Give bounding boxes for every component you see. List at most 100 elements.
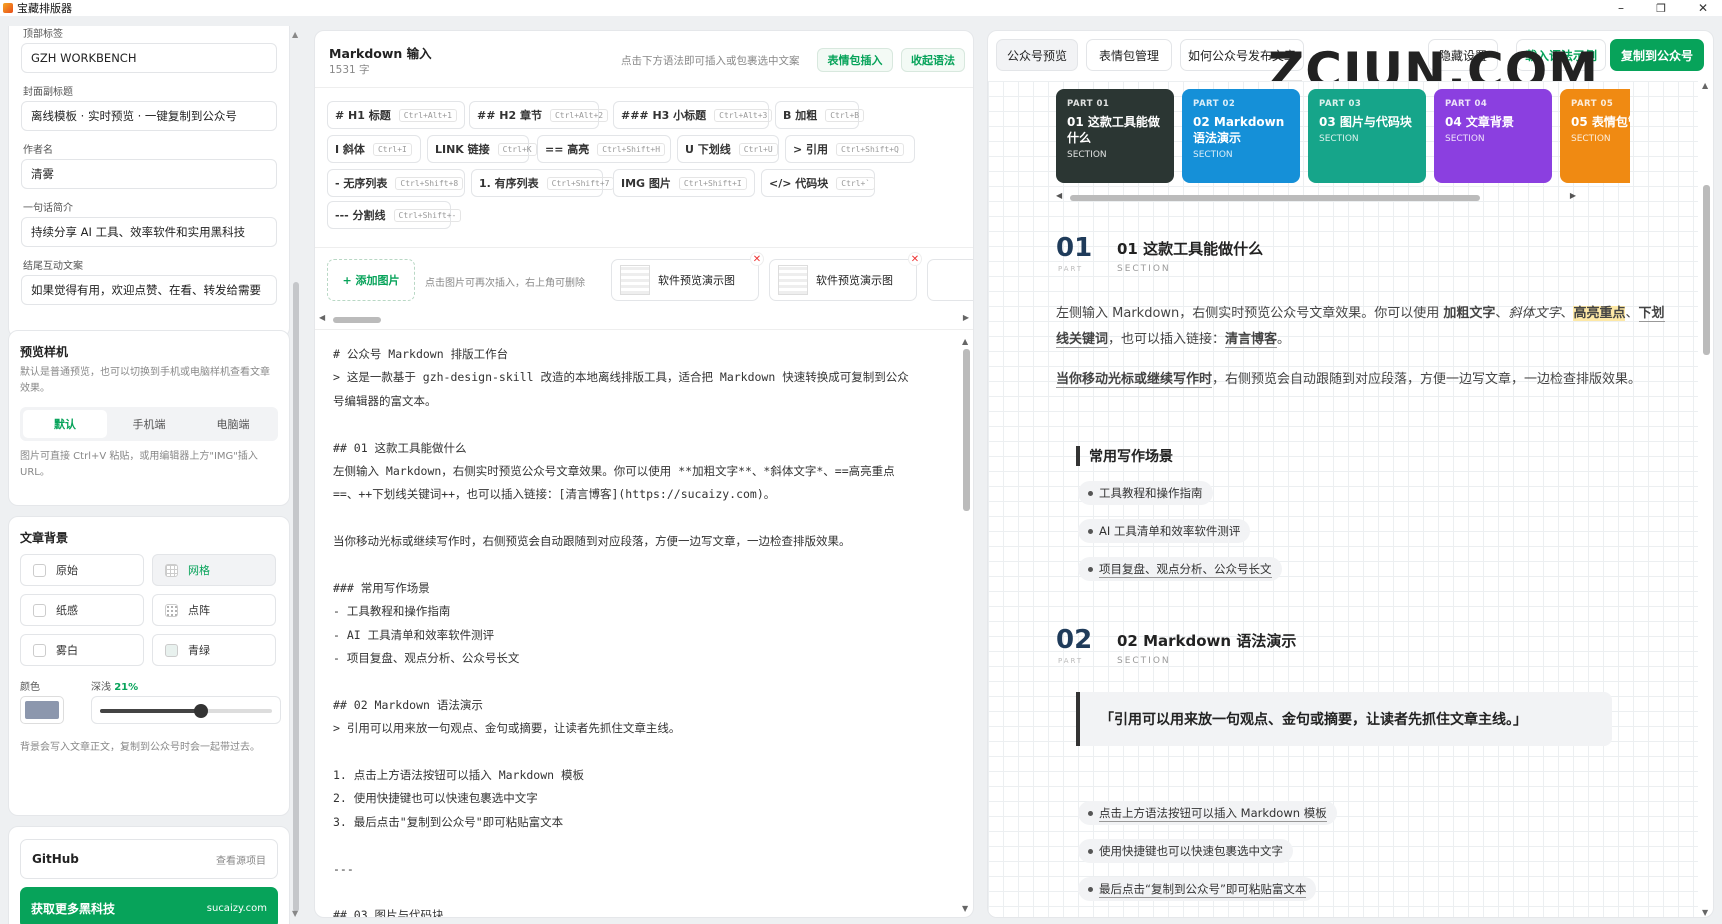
- editor-scrollbar[interactable]: ▲ ▼: [961, 337, 971, 913]
- top-label-input[interactable]: GZH WORKBENCH: [21, 43, 277, 73]
- bg-teal-option[interactable]: 青绿: [152, 634, 276, 666]
- sidebar-scrollbar[interactable]: ▲ ▼: [291, 30, 301, 918]
- h-scroll-thumb[interactable]: [333, 317, 381, 323]
- article-paragraph: 当你移动光标或继续写作时，右侧预览会自动跟随到对应段落，方便一边写文章，一边检查…: [1056, 372, 1642, 388]
- list-item: 项目复盘、观点分析、公众号长文: [1078, 557, 1282, 581]
- sidebar-scroll-thumb[interactable]: [293, 282, 299, 912]
- maximize-button[interactable]: ❐: [1644, 0, 1678, 16]
- word-count: 1531 字: [329, 64, 370, 76]
- code-line: 1. 点击上方语法按钮可以插入 Markdown 模板: [333, 768, 585, 783]
- scroll-right-icon[interactable]: ▶: [1570, 191, 1576, 200]
- syntax-button[interactable]: ### H3 小标题 Ctrl+Alt+3: [613, 101, 773, 129]
- intro-input[interactable]: 持续分享 AI 工具、效率软件和实用黑科技: [21, 217, 277, 247]
- promo-button[interactable]: 获取更多黑科技 sucaizy.com: [20, 887, 278, 924]
- syntax-button[interactable]: --- 分割线 Ctrl+Shift+-: [327, 201, 462, 229]
- bg-original-option[interactable]: 原始: [20, 554, 144, 586]
- markdown-textarea[interactable]: # 公众号 Markdown 排版工作台 > 这是一款基于 gzh-design-…: [333, 343, 963, 918]
- bg-dots-option[interactable]: 点阵: [152, 594, 276, 626]
- syntax-label: LINK 链接: [435, 143, 490, 156]
- bg-grid-option[interactable]: 网格: [152, 554, 276, 586]
- checkbox-icon: [33, 643, 46, 657]
- depth-label: 深浅 21%: [91, 682, 139, 693]
- scroll-down-icon[interactable]: ▼: [292, 909, 298, 918]
- github-link[interactable]: GitHub 查看源项目: [20, 839, 278, 879]
- syntax-label: B 加粗: [783, 109, 818, 122]
- add-image-button[interactable]: + 添加图片: [327, 259, 415, 301]
- code-line: 当你移动光标或继续写作时，右侧预览会自动跟随到对应段落，方便一边写文章，一边检查…: [333, 534, 851, 549]
- syntax-button[interactable]: > 引用 Ctrl+Shift+Q: [785, 135, 915, 163]
- part-title: 04 文章背景: [1445, 115, 1514, 129]
- bg-mist-option[interactable]: 雾白: [20, 634, 144, 666]
- part-subtitle: SECTION: [1571, 134, 1611, 144]
- section-subtitle: SECTION: [1117, 656, 1171, 666]
- bg-option-label: 雾白: [56, 644, 78, 657]
- delete-image-icon[interactable]: ✕: [750, 252, 764, 266]
- checkbox-icon: [165, 643, 178, 657]
- image-strip-scrollbar[interactable]: ◀ ▶: [319, 313, 969, 325]
- scroll-down-icon[interactable]: ▼: [962, 904, 968, 913]
- part-card[interactable]: PART 02 02 Markdown 语法演示 SECTION: [1182, 89, 1300, 183]
- author-input[interactable]: 清雾: [21, 159, 277, 189]
- cover-subtitle-input[interactable]: 离线模板 · 实时预览 · 一键复制到公众号: [21, 101, 277, 131]
- syntax-button[interactable]: - 无序列表 Ctrl+Shift+8: [327, 169, 465, 197]
- syntax-button[interactable]: B 加粗 Ctrl+B: [775, 101, 865, 129]
- syntax-button[interactable]: 1. 有序列表 Ctrl+Shift+7: [471, 169, 615, 197]
- article-paragraph: 左侧输入 Markdown，右侧实时预览公众号文章效果。你可以使用 加粗文字、斜…: [1056, 306, 1665, 348]
- device-phone-tab[interactable]: 手机端: [107, 410, 191, 438]
- parts-scrollbar[interactable]: ◀ ▶: [1056, 191, 1576, 203]
- list-item: 点击上方语法按钮可以插入 Markdown 模板: [1078, 801, 1337, 825]
- syntax-button[interactable]: IMG 图片 Ctrl+Shift+I: [613, 169, 755, 197]
- scroll-left-icon[interactable]: ◀: [1056, 191, 1062, 200]
- part-card[interactable]: PART 01 01 这款工具能做什么 SECTION: [1056, 89, 1174, 183]
- part-card[interactable]: PART 05 05 表情包管 SECTION: [1560, 89, 1630, 183]
- syntax-button[interactable]: # H1 标题 Ctrl+Alt+1: [327, 101, 465, 129]
- part-card[interactable]: PART 03 03 图片与代码块 SECTION: [1308, 89, 1426, 183]
- parts-scroll-thumb[interactable]: [1070, 195, 1480, 201]
- blockquote: 「引用可以用来放一句观点、金句或摘要，让读者先抓住文章主线。」: [1076, 692, 1612, 746]
- copy-to-wechat-button[interactable]: 复制到公众号: [1610, 39, 1704, 71]
- image-thumb-3[interactable]: [927, 259, 973, 301]
- blog-link[interactable]: 清言博客: [1225, 332, 1278, 348]
- syntax-button[interactable]: == 高亮 Ctrl+Shift+H: [537, 135, 671, 163]
- scroll-up-icon[interactable]: ▲: [292, 30, 298, 39]
- syntax-button[interactable]: U 下划线 Ctrl+U: [677, 135, 779, 163]
- syntax-label: </> 代码块: [769, 177, 829, 190]
- list-item: AI 工具清单和效率软件测评: [1078, 519, 1251, 543]
- syntax-button[interactable]: I 斜体 Ctrl+I: [327, 135, 421, 163]
- preview-scroll-thumb[interactable]: [1703, 185, 1710, 355]
- scroll-down-icon[interactable]: ▼: [1702, 908, 1708, 917]
- promo-label: 获取更多黑科技: [31, 901, 116, 916]
- collapse-syntax-button[interactable]: 收起语法: [901, 48, 965, 72]
- scroll-up-icon[interactable]: ▲: [962, 337, 968, 346]
- scroll-up-icon[interactable]: ▲: [1702, 81, 1708, 90]
- part-card[interactable]: PART 04 04 文章背景 SECTION: [1434, 89, 1552, 183]
- editor-scroll-thumb[interactable]: [963, 349, 970, 511]
- close-button[interactable]: ✕: [1686, 0, 1720, 16]
- device-desktop-tab[interactable]: 电脑端: [191, 410, 275, 438]
- syntax-label: ## H2 章节: [477, 109, 542, 122]
- minimize-button[interactable]: –: [1604, 0, 1638, 16]
- image-thumb-2[interactable]: 软件预览演示图 ✕: [769, 252, 922, 301]
- scroll-right-icon[interactable]: ▶: [963, 313, 969, 322]
- syntax-button[interactable]: LINK 链接 Ctrl+K: [427, 135, 537, 163]
- color-swatch[interactable]: [20, 696, 64, 724]
- device-default-tab[interactable]: 默认: [23, 410, 107, 438]
- image-thumb-1[interactable]: 软件预览演示图 ✕: [611, 252, 764, 301]
- section-part-label: PART: [1058, 265, 1084, 273]
- tab-emoji-manage[interactable]: 表情包管理: [1086, 39, 1172, 71]
- field-ending: 结尾互动文案 如果觉得有用，欢迎点赞、在看、转发给需要: [21, 257, 277, 305]
- depth-slider[interactable]: [91, 696, 281, 724]
- bg-paper-option[interactable]: 纸感: [20, 594, 144, 626]
- scroll-left-icon[interactable]: ◀: [319, 313, 325, 322]
- code-line: # 公众号 Markdown 排版工作台: [333, 347, 509, 361]
- syntax-button[interactable]: </> 代码块 Ctrl+`: [761, 169, 876, 197]
- tab-wechat-preview[interactable]: 公众号预览: [996, 39, 1078, 71]
- preview-scrollbar[interactable]: ▲ ▼: [1700, 81, 1712, 917]
- checkbox-icon: [33, 603, 46, 617]
- delete-image-icon[interactable]: ✕: [908, 252, 922, 266]
- emoji-insert-button[interactable]: 表情包插入: [817, 48, 893, 72]
- code-line: ## 03 图片与代码块: [333, 908, 444, 918]
- syntax-button[interactable]: ## H2 章节 Ctrl+Alt+2: [469, 101, 609, 129]
- slider-thumb[interactable]: [193, 704, 208, 718]
- ending-input[interactable]: 如果觉得有用，欢迎点赞、在看、转发给需要: [21, 275, 277, 305]
